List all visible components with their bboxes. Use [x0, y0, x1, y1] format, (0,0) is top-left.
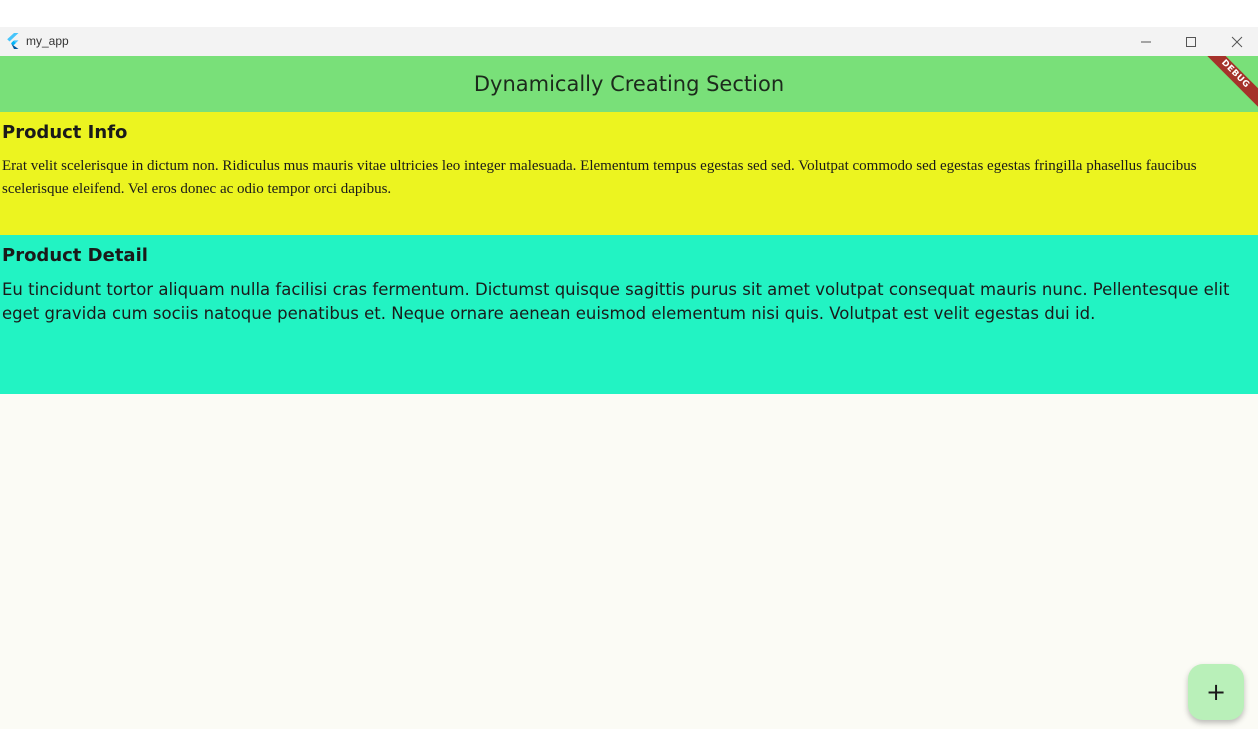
desktop-background-strip	[0, 0, 1258, 27]
minimize-button[interactable]	[1123, 27, 1169, 56]
close-icon	[1231, 36, 1243, 47]
section-body: Erat velit scelerisque in dictum non. Ri…	[2, 158, 1197, 197]
plus-icon: +	[1205, 678, 1227, 706]
minimize-icon	[1141, 41, 1151, 42]
close-button[interactable]	[1214, 27, 1258, 56]
app-window: my_app Dynamically Creating Section DEBU…	[0, 27, 1258, 729]
window-title: my_app	[26, 34, 69, 48]
section-body: Eu tincidunt tortor aliquam nulla facili…	[2, 280, 1230, 323]
app-bar: Dynamically Creating Section	[0, 56, 1258, 112]
section-product-info: Product Info Erat velit scelerisque in d…	[0, 112, 1258, 235]
page-title: Dynamically Creating Section	[473, 72, 785, 96]
flutter-logo-icon	[7, 33, 19, 49]
section-product-detail: Product Detail Eu tincidunt tortor aliqu…	[0, 235, 1258, 394]
add-section-button[interactable]: +	[1188, 664, 1244, 720]
section-title: Product Info	[2, 122, 128, 143]
section-title: Product Detail	[2, 245, 148, 266]
maximize-button[interactable]	[1168, 27, 1214, 56]
maximize-icon	[1186, 36, 1196, 47]
window-titlebar[interactable]: my_app	[0, 27, 1258, 56]
